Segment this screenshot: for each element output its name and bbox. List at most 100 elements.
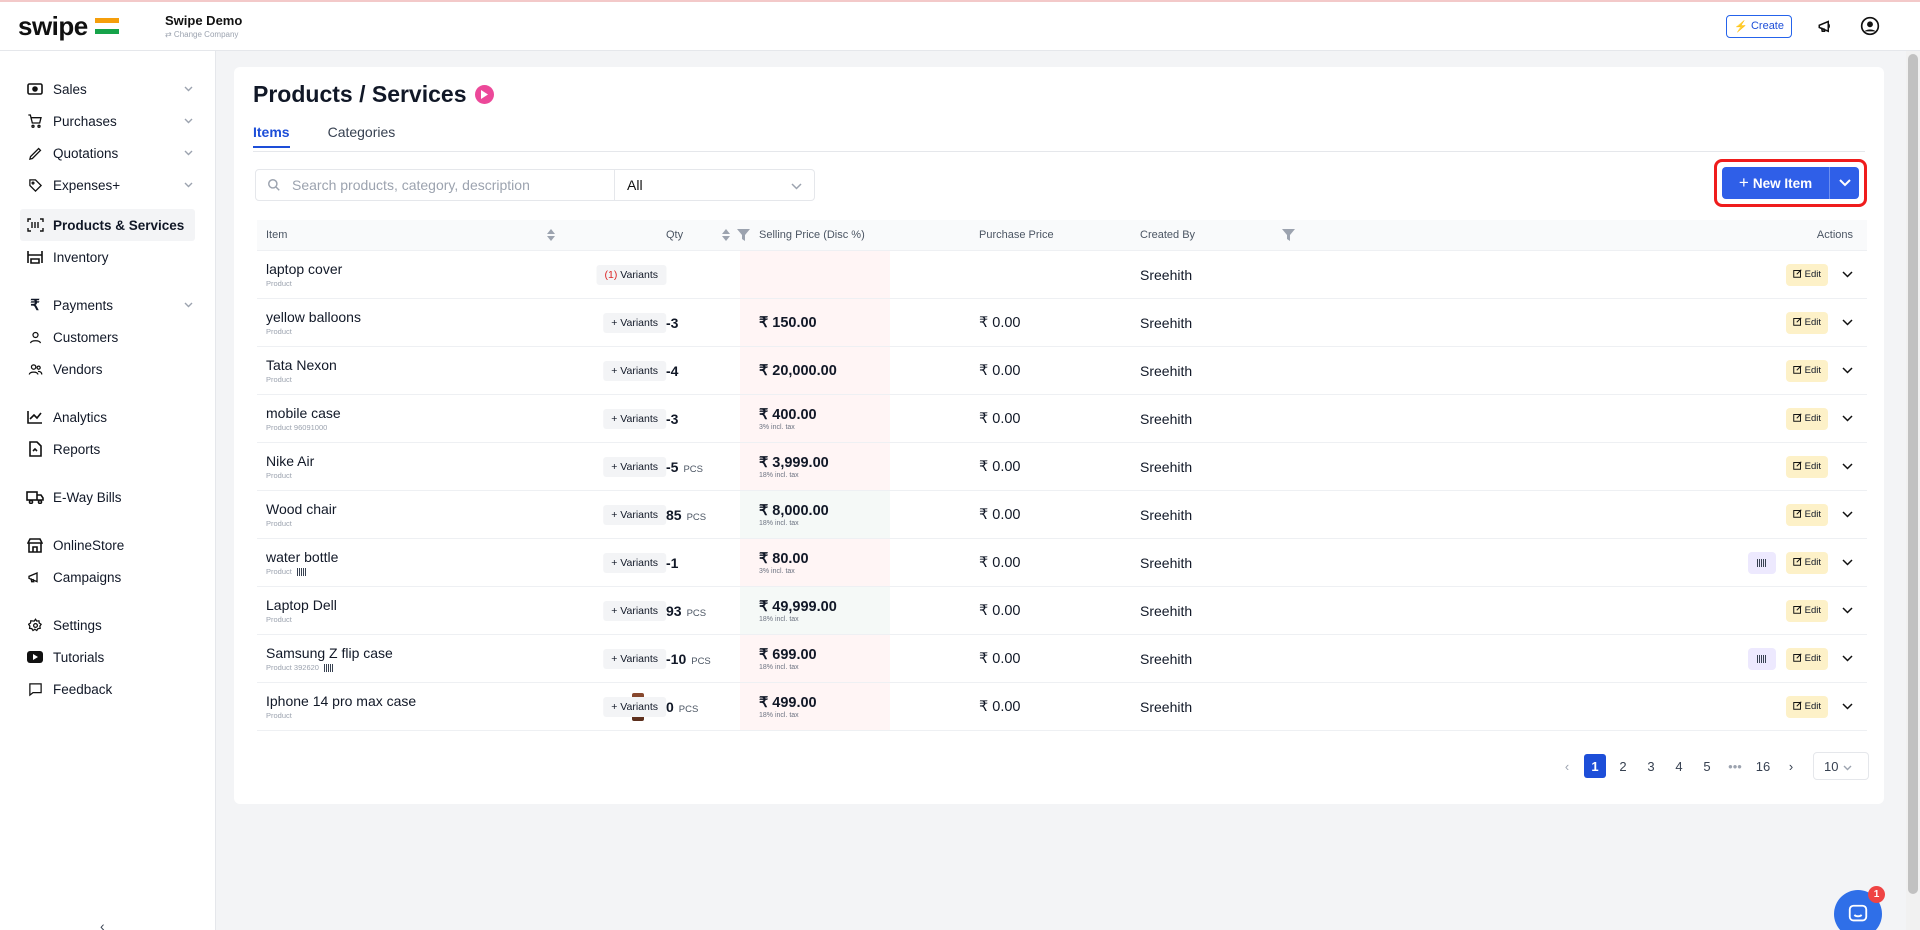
create-button[interactable]: ⚡ Create [1726, 14, 1792, 38]
page-button[interactable]: 4 [1665, 754, 1693, 778]
table-row[interactable]: Laptop Dell Product + Variants 93 PCS ₹ 49,99… [257, 587, 1867, 635]
row-expand-chevron-icon[interactable] [1842, 701, 1853, 713]
row-expand-chevron-icon[interactable] [1842, 605, 1853, 617]
row-expand-chevron-icon[interactable] [1842, 413, 1853, 425]
row-expand-chevron-icon[interactable] [1842, 653, 1853, 665]
search-input[interactable] [292, 177, 602, 193]
sidebar-item-inventory[interactable]: Inventory [0, 241, 215, 273]
page-button[interactable]: 5 [1693, 754, 1721, 778]
tab-items[interactable]: Items [253, 124, 290, 148]
row-expand-chevron-icon[interactable] [1842, 509, 1853, 521]
sidebar-item-sales[interactable]: Sales [0, 73, 215, 105]
barcode-button[interactable] [1747, 647, 1776, 670]
sidebar-item-quotations[interactable]: Quotations [0, 137, 215, 169]
item-name[interactable]: Nike Air [266, 453, 314, 469]
edit-button[interactable]: Edit [1785, 359, 1828, 382]
edit-button[interactable]: Edit [1785, 695, 1828, 718]
sidebar-item-analytics[interactable]: Analytics [0, 401, 215, 433]
item-name[interactable]: Wood chair [266, 501, 337, 517]
table-row[interactable]: Iphone 14 pro max case Product + Variants 0… [257, 683, 1867, 731]
chevron-down-icon[interactable] [184, 300, 193, 311]
table-row[interactable]: Tata Nexon Product + Variants -4 ₹ 20,000.00… [257, 347, 1867, 395]
edit-button[interactable]: Edit [1785, 599, 1828, 622]
sidebar-item-payments[interactable]: ₹ Payments [0, 289, 215, 321]
category-filter-select[interactable]: All [615, 169, 815, 201]
page-button[interactable]: 2 [1609, 754, 1637, 778]
edit-button[interactable]: Edit [1785, 551, 1828, 574]
page-button[interactable]: 3 [1637, 754, 1665, 778]
header-selling-price[interactable]: Selling Price (Disc %) [759, 220, 865, 250]
row-expand-chevron-icon[interactable] [1842, 365, 1853, 377]
item-name[interactable]: Laptop Dell [266, 597, 337, 613]
sidebar-item-settings[interactable]: Settings [0, 609, 215, 641]
variants-button[interactable]: + Variants [603, 504, 666, 525]
sidebar-item-onlinestore[interactable]: OnlineStore [0, 529, 215, 561]
row-expand-chevron-icon[interactable] [1842, 317, 1853, 329]
header-created-by[interactable]: Created By [1140, 220, 1195, 250]
item-name[interactable]: laptop cover [266, 261, 342, 277]
filter-icon[interactable] [737, 220, 750, 250]
chevron-down-icon[interactable] [184, 116, 193, 127]
row-expand-chevron-icon[interactable] [1842, 557, 1853, 569]
table-row[interactable]: Wood chair Product + Variants 85 PCS ₹ 8,000.… [257, 491, 1867, 539]
table-row[interactable]: water bottle Product + Variants -1 ₹ 80.00 3%… [257, 539, 1867, 587]
item-name[interactable]: Tata Nexon [266, 357, 337, 373]
item-name[interactable]: mobile case [266, 405, 341, 421]
chevron-down-icon[interactable] [184, 180, 193, 191]
sidebar-item-tutorials[interactable]: Tutorials [0, 641, 215, 673]
edit-button[interactable]: Edit [1785, 455, 1828, 478]
sidebar-item-expenses[interactable]: Expenses+ [0, 169, 215, 201]
edit-button[interactable]: Edit [1785, 311, 1828, 334]
variants-button[interactable]: + Variants [603, 456, 666, 477]
table-row[interactable]: mobile case Product 96091000 + Variants -3 ₹… [257, 395, 1867, 443]
filter-icon[interactable] [1282, 220, 1295, 250]
new-item-dropdown-button[interactable] [1829, 167, 1859, 199]
sidebar-item-purchases[interactable]: Purchases [0, 105, 215, 137]
variants-button[interactable]: + Variants [603, 312, 666, 333]
variants-button[interactable]: (1) Variants [596, 264, 666, 285]
chevron-down-icon[interactable] [184, 84, 193, 95]
edit-button[interactable]: Edit [1785, 503, 1828, 526]
next-page-icon[interactable]: › [1777, 754, 1805, 778]
scrollbar[interactable] [1906, 51, 1920, 930]
sidebar-item-reports[interactable]: Reports [0, 433, 215, 465]
sidebar-item-campaigns[interactable]: Campaigns [0, 561, 215, 593]
table-row[interactable]: Samsung Z flip case Product 392620 + Varia… [257, 635, 1867, 683]
page-size-select[interactable]: 10 [1813, 752, 1869, 780]
sort-icon[interactable] [722, 220, 730, 250]
variants-button[interactable]: + Variants [603, 600, 666, 621]
variants-button[interactable]: + Variants [603, 648, 666, 669]
page-button[interactable]: 1 [1584, 754, 1606, 778]
variants-button[interactable]: + Variants [603, 696, 666, 717]
row-expand-chevron-icon[interactable] [1842, 269, 1853, 281]
page-button[interactable]: 16 [1749, 754, 1777, 778]
change-company-link[interactable]: ⇄ Change Company [165, 30, 242, 39]
sort-icon[interactable] [547, 220, 555, 250]
edit-button[interactable]: Edit [1785, 647, 1828, 670]
edit-button[interactable]: Edit [1785, 407, 1828, 430]
pagination-ellipsis[interactable]: ••• [1721, 754, 1749, 778]
edit-button[interactable]: Edit [1785, 263, 1828, 286]
table-row[interactable]: yellow balloons Product + Variants -3 ₹ 150.… [257, 299, 1867, 347]
megaphone-icon[interactable] [1816, 16, 1836, 36]
collapse-sidebar-icon[interactable]: ‹ [100, 918, 105, 930]
chevron-down-icon[interactable] [184, 148, 193, 159]
barcode-button[interactable] [1747, 551, 1776, 574]
item-name[interactable]: Samsung Z flip case [266, 645, 393, 661]
variants-button[interactable]: + Variants [603, 360, 666, 381]
row-expand-chevron-icon[interactable] [1842, 461, 1853, 473]
new-item-button[interactable]: + New Item [1722, 167, 1829, 199]
swipe-logo[interactable]: swipe [18, 11, 145, 42]
variants-button[interactable]: + Variants [603, 552, 666, 573]
item-name[interactable]: yellow balloons [266, 309, 361, 325]
header-purchase-price[interactable]: Purchase Price [979, 220, 1054, 250]
header-qty[interactable]: Qty [666, 220, 683, 250]
variants-button[interactable]: + Variants [603, 408, 666, 429]
table-row[interactable]: laptop cover Product (1) Variants Sreehith E… [257, 251, 1867, 299]
table-row[interactable]: Nike Air Product + Variants -5 PCS ₹ 3,999.00… [257, 443, 1867, 491]
sidebar-item-customers[interactable]: Customers [0, 321, 215, 353]
sidebar-item-vendors[interactable]: Vendors [0, 353, 215, 385]
header-item[interactable]: Item [266, 220, 287, 250]
sidebar-item-products-services[interactable]: Products & Services [20, 209, 195, 241]
sidebar-item-feedback[interactable]: Feedback [0, 673, 215, 705]
